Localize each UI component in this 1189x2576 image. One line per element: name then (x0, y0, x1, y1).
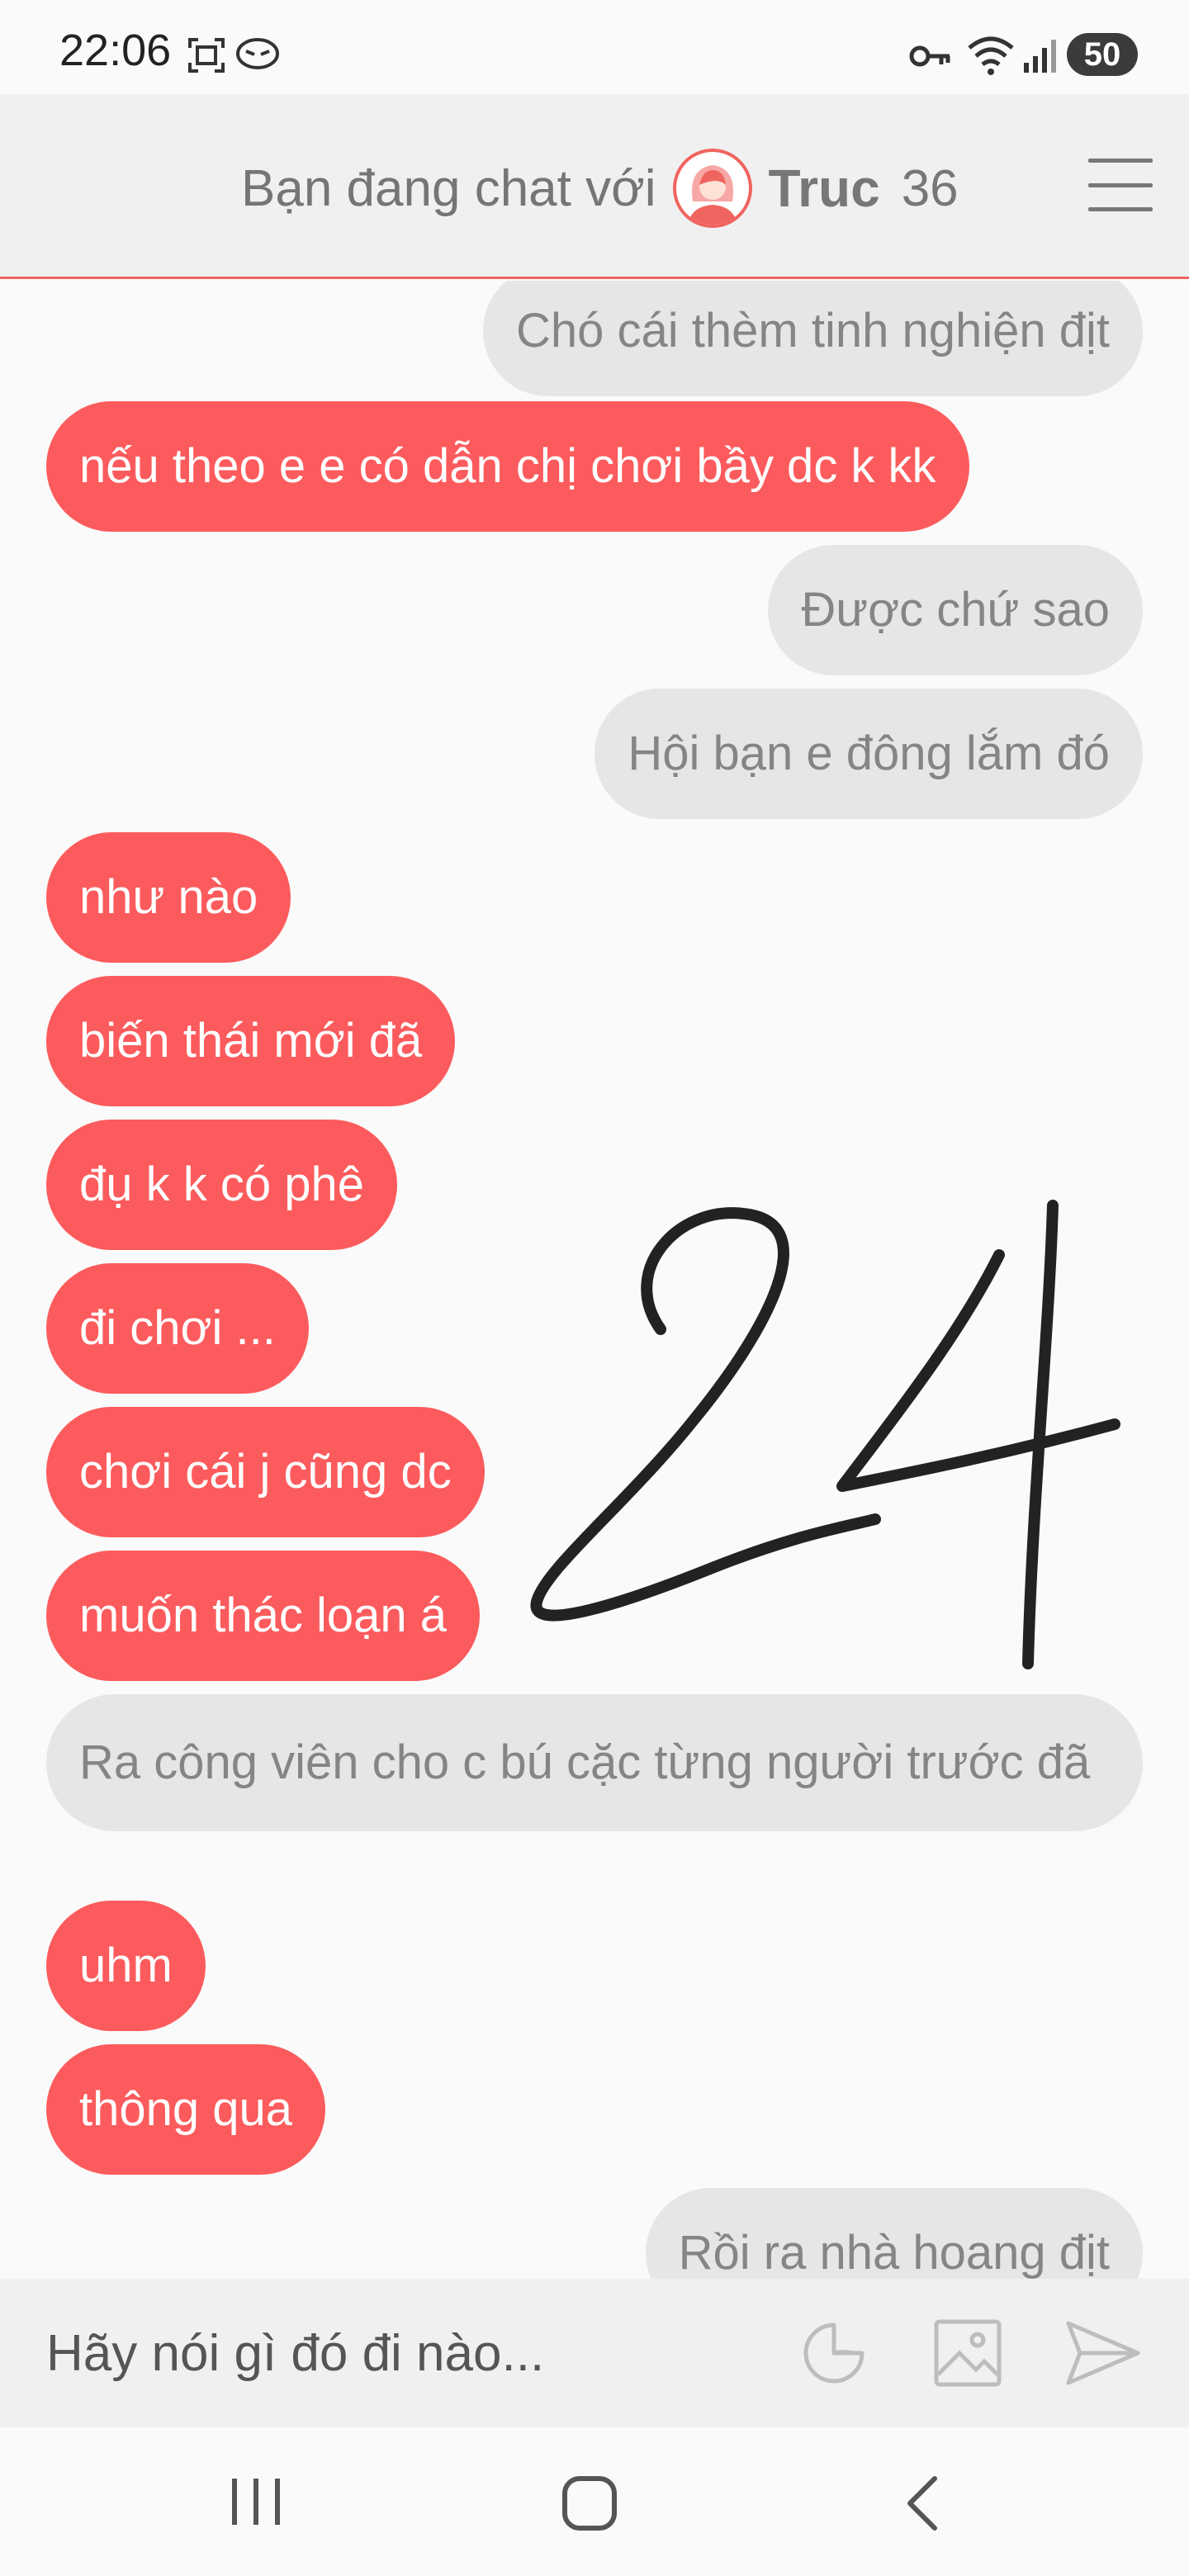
message-received: Rồi ra nhà hoang địt (645, 2188, 1143, 2279)
screenshot-icon (188, 38, 225, 73)
battery-indicator: 50 (1067, 33, 1138, 76)
signal-icon (1024, 40, 1056, 73)
recent-apps-icon[interactable] (225, 2472, 287, 2531)
message-sent: đụ k k có phê (46, 1120, 397, 1250)
message-sent: đi chơi ... (46, 1263, 309, 1394)
status-bar: 22:06 50 (0, 0, 1189, 94)
message-sent: nếu theo e e có dẫn chị chơi bầy dc k kk (46, 401, 969, 532)
send-icon[interactable] (1063, 2317, 1143, 2389)
message-sent: chơi cái j cũng dc (46, 1407, 485, 1537)
message-received: Chó cái thèm tinh nghiện địt (483, 281, 1143, 396)
back-icon[interactable] (898, 2472, 945, 2535)
key-icon (909, 45, 950, 67)
handwritten-number-overlay (530, 1200, 1120, 1669)
message-sent: biến thái mới đã (46, 976, 456, 1106)
partner-name[interactable]: Truc (769, 158, 880, 219)
home-icon[interactable] (558, 2472, 621, 2535)
chat-with-label: Bạn đang chat với (241, 159, 656, 217)
image-icon[interactable] (931, 2317, 1004, 2389)
message-input[interactable] (46, 2312, 756, 2394)
message-received: Ra công viên cho c bú cặc từng người trư… (46, 1694, 1143, 1831)
hamburger-menu-icon[interactable] (1088, 159, 1153, 211)
message-sent: như nào (46, 832, 291, 963)
message-sent: muốn thác loạn á (46, 1551, 480, 1681)
wifi-icon (968, 36, 1014, 75)
header-title: Bạn đang chat với Truc 36 (241, 147, 959, 230)
message-received: Được chứ sao (768, 545, 1143, 675)
avatar[interactable] (672, 149, 752, 228)
status-time: 22:06 (59, 26, 172, 75)
message-received: Hội bạn e đông lắm đó (594, 689, 1143, 819)
message-sent: thông qua (46, 2044, 326, 2175)
message-input-bar (0, 2279, 1189, 2427)
message-sent: uhm (46, 1901, 206, 2031)
chat-header: Bạn đang chat với Truc 36 (0, 94, 1189, 279)
avatar-female-icon (687, 165, 737, 225)
partner-age: 36 (901, 159, 959, 217)
chat-bubble-icon (236, 38, 279, 69)
message-list[interactable]: Chó cái thèm tinh nghiện địt nếu theo e … (0, 281, 1189, 2279)
sticker-icon[interactable] (798, 2317, 870, 2389)
system-navigation-bar (0, 2427, 1189, 2576)
